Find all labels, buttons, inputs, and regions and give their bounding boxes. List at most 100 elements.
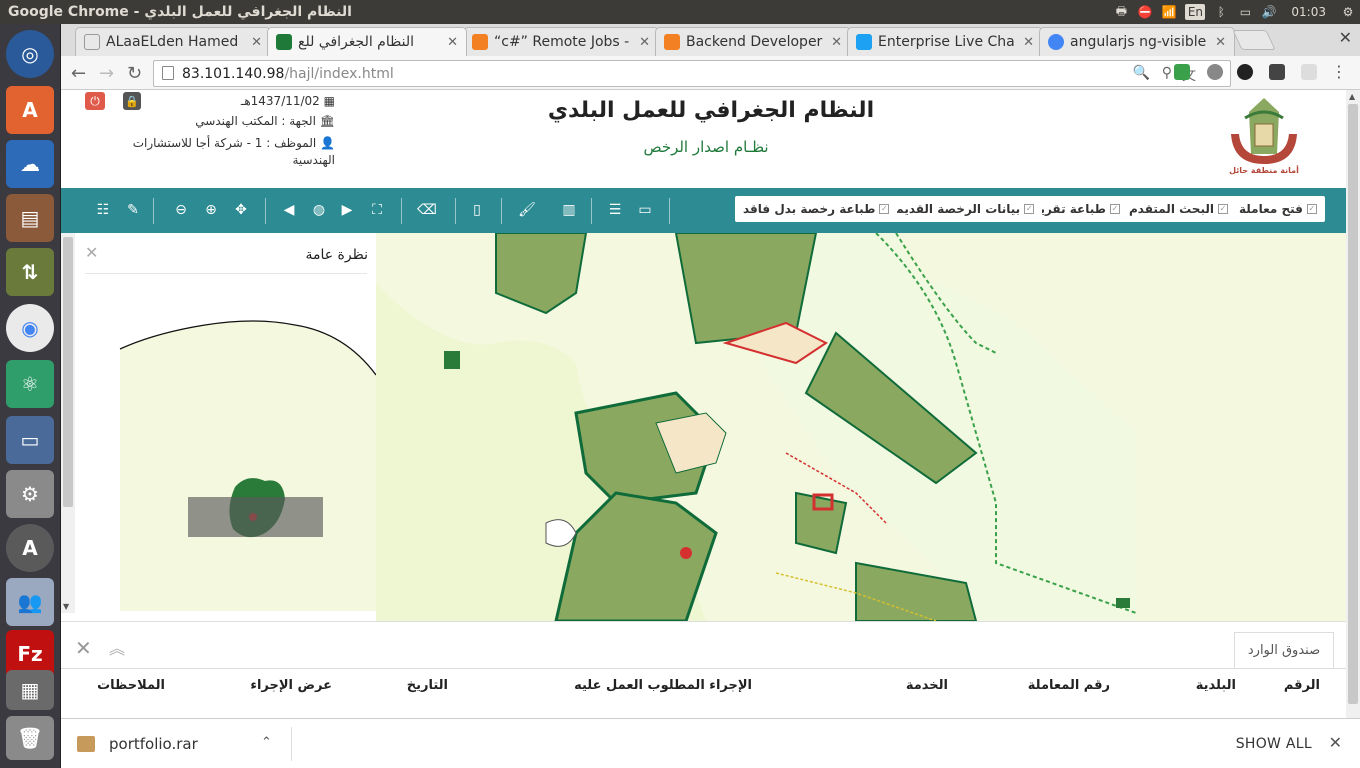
back-icon[interactable]: ← [71,63,86,84]
trash-icon[interactable]: 🗑 [6,716,54,760]
window-close-icon[interactable]: ✕ [1339,28,1352,47]
full-extent-icon[interactable]: ◍ [309,200,329,220]
open-transaction-button[interactable]: ✓ فتح معاملة [1231,196,1325,222]
next-extent-icon[interactable]: ▶ [337,200,357,220]
cors-extension-icon[interactable] [1174,64,1190,80]
battery-icon[interactable]: ▭ [1233,0,1257,24]
previous-extent-icon[interactable]: ◀ [279,200,299,220]
page-scrollbar[interactable]: ▲ [1346,90,1360,718]
expand-up-icon[interactable]: ︽ [109,635,125,659]
browser-tab[interactable]: angularjs ng-visible ✕ [1039,27,1235,56]
overview-extent-box[interactable] [188,497,323,537]
document-icon[interactable]: ▯ [467,200,487,220]
browser-tab[interactable]: “c#” Remote Jobs - ✕ [463,27,659,56]
play-extension-icon[interactable] [1237,64,1253,80]
bluetooth-icon[interactable]: ᛒ [1209,0,1233,24]
cloud-icon[interactable]: ☁ [6,140,54,188]
tab-favicon [1048,34,1064,50]
logo-caption: أمانة منطقة حائل [1229,166,1299,175]
shield-extension-icon[interactable] [1269,64,1285,80]
tab-close-icon[interactable]: ✕ [251,35,262,50]
department-info: 🏛 الجهة : المكتب الهندسي [195,114,335,128]
overview-scrollbar[interactable]: ▼ [61,233,75,613]
atom-icon[interactable]: ⚛ [6,360,54,408]
print-replacement-license-button[interactable]: ✓ طباعة رخصة بدل فاقد [735,196,898,222]
zoom-in-icon[interactable]: ⊕ [201,200,221,220]
file-manager-icon[interactable]: ▤ [6,194,54,242]
map-canvas[interactable] [376,233,1346,621]
power-icon[interactable]: ⏻ [85,92,105,110]
chrome-menu-icon[interactable]: ⋮ [1331,62,1347,81]
layers-list-icon[interactable]: ☰ [605,200,625,220]
close-icon[interactable]: ✕ [75,636,92,660]
workspace-switcher-icon[interactable]: ▦ [6,670,54,710]
municipality-logo: أمانة منطقة حائل [1219,94,1309,180]
do-not-disturb-icon[interactable]: ⛔ [1133,0,1157,24]
keyboard-layout-indicator[interactable]: En [1185,4,1206,20]
chevron-up-icon[interactable]: ⌃ [261,735,272,750]
toolbar-divider [401,198,402,224]
address-bar[interactable]: 83.101.140.98/hajl/index.html 🔍 ⚲ 文 ☆ [153,60,1231,87]
show-all-button[interactable]: SHOW ALL [1236,736,1312,752]
browser-tab[interactable]: Enterprise Live Cha ✕ [847,27,1043,56]
tab-close-icon[interactable]: ✕ [447,35,458,50]
scroll-down-arrow[interactable]: ▼ [63,602,69,611]
scroll-up-arrow[interactable]: ▲ [1349,92,1355,101]
new-tab-button[interactable] [1232,30,1276,50]
lock-icon[interactable]: 🔒 [123,92,141,110]
system-settings-icon[interactable]: ⚙ [6,470,54,518]
browser-tab[interactable]: Backend Developer ✕ [655,27,851,56]
pan-icon[interactable]: ✥ [231,200,251,220]
power-gear-icon[interactable]: ⚙ [1336,0,1360,24]
overview-map[interactable] [75,273,376,611]
eraser-icon[interactable]: ⌫ [417,200,437,220]
monitor-icon[interactable]: ▭ [635,200,655,220]
overview-panel: ✕ نظرة عامة [75,233,376,611]
main-map[interactable] [376,233,1346,621]
tab-close-icon[interactable]: ✕ [639,35,650,50]
browser-tab[interactable]: ALaaELden Hamed ✕ [75,27,271,56]
old-license-data-button[interactable]: ✓ بيانات الرخصة القديمة [881,196,1043,222]
column-header: الخدمة [905,678,948,693]
scrollbar-thumb[interactable] [63,237,73,507]
software-center-icon[interactable]: A [6,524,54,572]
reload-icon[interactable]: ↻ [127,63,142,84]
tab-close-icon[interactable]: ✕ [831,35,842,50]
wifi-icon[interactable]: 📶 [1157,0,1181,24]
checkbox-icon: ✓ [1217,204,1228,214]
employee-info: 👤 الموظف : 1 - شركة أجا للاستشارات الهند… [132,136,335,167]
advanced-search-button[interactable]: ✓ البحث المتقدم [1121,196,1236,222]
app-header: ⏻ 🔒 ▦ 1437/11/02هـ 🏛 الجهة : المكتب الهن… [61,90,1346,188]
remote-desktop-icon[interactable]: ▭ [6,416,54,464]
network-icon[interactable]: ⇅ [6,248,54,296]
tab-close-icon[interactable]: ✕ [1023,35,1034,50]
software-updater-icon[interactable]: A [6,86,54,134]
settings-extension-icon[interactable] [1207,64,1223,80]
close-icon[interactable]: ✕ [85,243,98,262]
zoom-out-icon[interactable]: ⊖ [171,200,191,220]
b-extension-icon[interactable] [1301,64,1317,80]
brush-icon[interactable]: 🖌 [517,200,537,220]
page-info-icon[interactable] [162,66,174,80]
volume-icon[interactable]: 🔊 [1257,0,1281,24]
zoom-icon[interactable]: 🔍 [1133,65,1150,81]
overview-title: نظرة عامة [305,247,368,263]
tab-close-icon[interactable]: ✕ [1215,35,1226,50]
network-printer-icon[interactable]: 🖶 [1109,0,1133,24]
clock[interactable]: 01:03 [1281,0,1336,24]
edit-list-icon[interactable]: ☷ [93,200,113,220]
pin-icon[interactable]: ⚲ [1162,65,1172,81]
buildings-icon[interactable]: ▥ [559,200,579,220]
chrome-icon[interactable]: ◉ [6,304,54,352]
tab-inbox[interactable]: صندوق الوارد [1234,632,1334,668]
users-icon[interactable]: 👥 [6,578,54,626]
download-item[interactable]: portfolio.rar [77,731,287,757]
forward-icon[interactable]: → [99,63,114,84]
close-icon[interactable]: ✕ [1329,733,1342,752]
browser-tab-active[interactable]: النظام الجغرافي للع ✕ [267,27,467,56]
fullscreen-icon[interactable]: ⛶ [367,200,387,220]
tab-favicon [856,34,872,50]
edit-icon[interactable]: ✎ [123,200,143,220]
ubuntu-dash-icon[interactable]: ◎ [6,30,54,78]
scrollbar-thumb[interactable] [1348,104,1358,704]
